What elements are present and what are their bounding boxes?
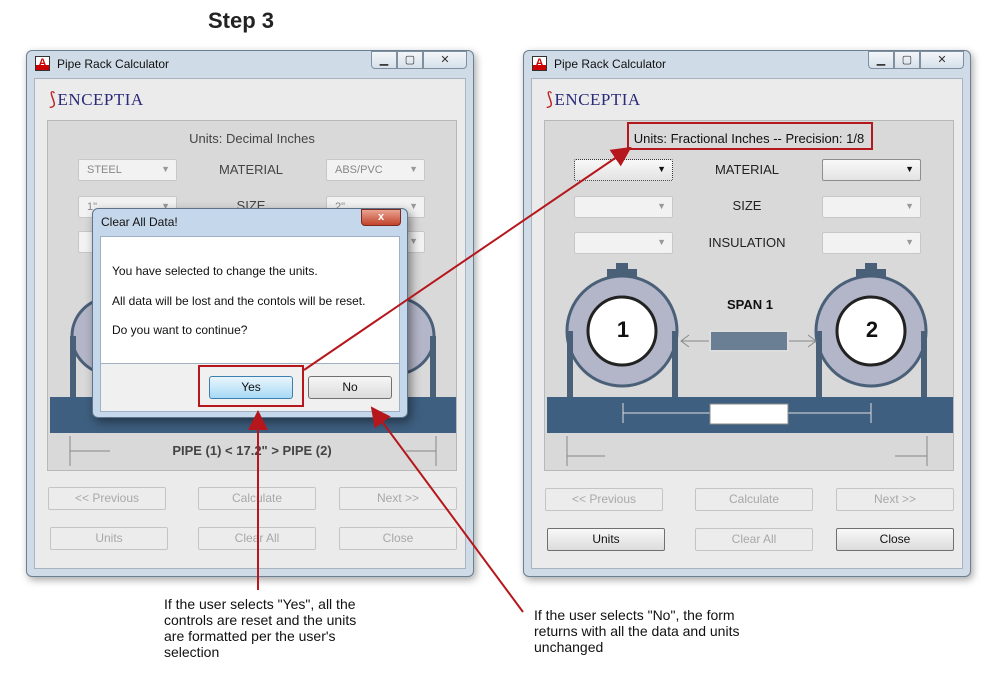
span-label: SPAN 1 (727, 297, 773, 312)
enceptia-logo: ⟆ENCEPTIA (49, 89, 144, 109)
maximize-icon[interactable]: ▢ (397, 51, 423, 69)
logo-mark-icon: ⟆ (546, 89, 554, 109)
title-bar[interactable]: A Pipe Rack Calculator ▁ ▢ ✕ (524, 51, 970, 77)
logo-mark-icon: ⟆ (49, 89, 57, 109)
minimize-icon[interactable]: ▁ (868, 51, 894, 69)
next-button[interactable]: Next >> (339, 487, 457, 510)
pipe1-right-support (672, 331, 678, 398)
dimension-text: PIPE (1) < 17.2" > PIPE (2) (172, 443, 332, 458)
app-icon: A (532, 56, 547, 71)
dialog-message-area: You have selected to change the units. A… (100, 236, 400, 364)
pipe2-right-support (921, 331, 927, 398)
close-icon[interactable]: ✕ (920, 51, 964, 69)
pipe2-right-support (430, 336, 436, 398)
calculate-button[interactable]: Calculate (695, 488, 813, 511)
maximize-icon[interactable]: ▢ (894, 51, 920, 69)
calculator-panel: Units: Fractional Inches -- Precision: 1… (544, 120, 954, 471)
app-icon: A (35, 56, 50, 71)
title-bar[interactable]: A Pipe Rack Calculator ▁ ▢ ✕ (27, 51, 473, 77)
window-title: Pipe Rack Calculator (554, 57, 667, 71)
pipe1-left-support (567, 331, 573, 398)
dialog-title: Clear All Data! (101, 215, 178, 229)
pipe1-left-support (70, 336, 76, 398)
no-annotation: If the user selects "No", the form retur… (534, 607, 740, 655)
window-client-area: ⟆ENCEPTIA Units: Fractional Inches -- Pr… (531, 78, 963, 569)
enceptia-logo: ⟆ENCEPTIA (546, 89, 641, 109)
pipe1-number: 1 (616, 317, 630, 342)
dialog-message-line: All data will be lost and the contols wi… (112, 294, 366, 308)
no-button[interactable]: No (308, 376, 392, 399)
close-icon[interactable]: x (361, 209, 401, 226)
beam-value-box (709, 403, 789, 425)
units-button[interactable]: Units (547, 528, 665, 551)
next-button[interactable]: Next >> (836, 488, 954, 511)
step-title: Step 3 (208, 8, 275, 33)
units-highlight-box (627, 122, 873, 150)
calculate-button[interactable]: Calculate (198, 487, 316, 510)
dialog-message-line: You have selected to change the units. (112, 264, 318, 278)
yes-highlight-box (198, 365, 304, 407)
window-title: Pipe Rack Calculator (57, 57, 170, 71)
close-icon[interactable]: ✕ (423, 51, 467, 69)
dialog-message-line: Do you want to continue? (112, 323, 248, 337)
units-button[interactable]: Units (50, 527, 168, 550)
pipe2-number: 2 (865, 317, 879, 342)
clear-all-button[interactable]: Clear All (695, 528, 813, 551)
minimize-icon[interactable]: ▁ (371, 51, 397, 69)
previous-button[interactable]: << Previous (545, 488, 663, 511)
close-button[interactable]: Close (836, 528, 954, 551)
span-value-box (709, 330, 789, 352)
clear-all-button[interactable]: Clear All (198, 527, 316, 550)
close-button[interactable]: Close (339, 527, 457, 550)
pipe2-left-support (816, 331, 822, 398)
previous-button[interactable]: << Previous (48, 487, 166, 510)
yes-annotation: If the user selects "Yes", all the contr… (164, 596, 357, 660)
